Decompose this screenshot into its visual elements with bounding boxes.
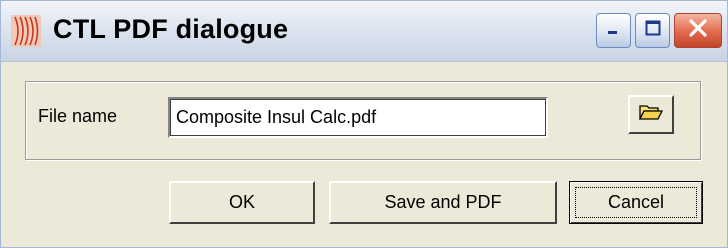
close-button[interactable] xyxy=(674,13,722,48)
minimize-icon xyxy=(604,18,624,43)
title-bar[interactable]: CTL PDF dialogue xyxy=(1,1,727,62)
save-and-pdf-button[interactable]: Save and PDF xyxy=(329,181,557,224)
minimize-button[interactable] xyxy=(596,13,631,48)
file-name-input[interactable] xyxy=(168,97,548,138)
cancel-button[interactable]: Cancel xyxy=(569,181,703,224)
ctl-app-icon xyxy=(11,15,41,47)
browse-folder-button[interactable] xyxy=(628,95,674,134)
folder-open-icon xyxy=(638,102,664,127)
ok-button[interactable]: OK xyxy=(169,181,315,224)
ok-button-label: OK xyxy=(228,192,255,212)
pdf-dialog-window: CTL PDF dialogue File name OK xyxy=(0,0,728,248)
maximize-button[interactable] xyxy=(635,13,670,48)
window-title: CTL PDF dialogue xyxy=(53,14,289,44)
save-and-pdf-button-label: Save and PDF xyxy=(384,192,502,212)
cancel-button-label: Cancel xyxy=(607,192,665,212)
file-name-label: File name xyxy=(38,106,118,126)
maximize-icon xyxy=(643,18,663,43)
close-icon xyxy=(686,16,710,45)
